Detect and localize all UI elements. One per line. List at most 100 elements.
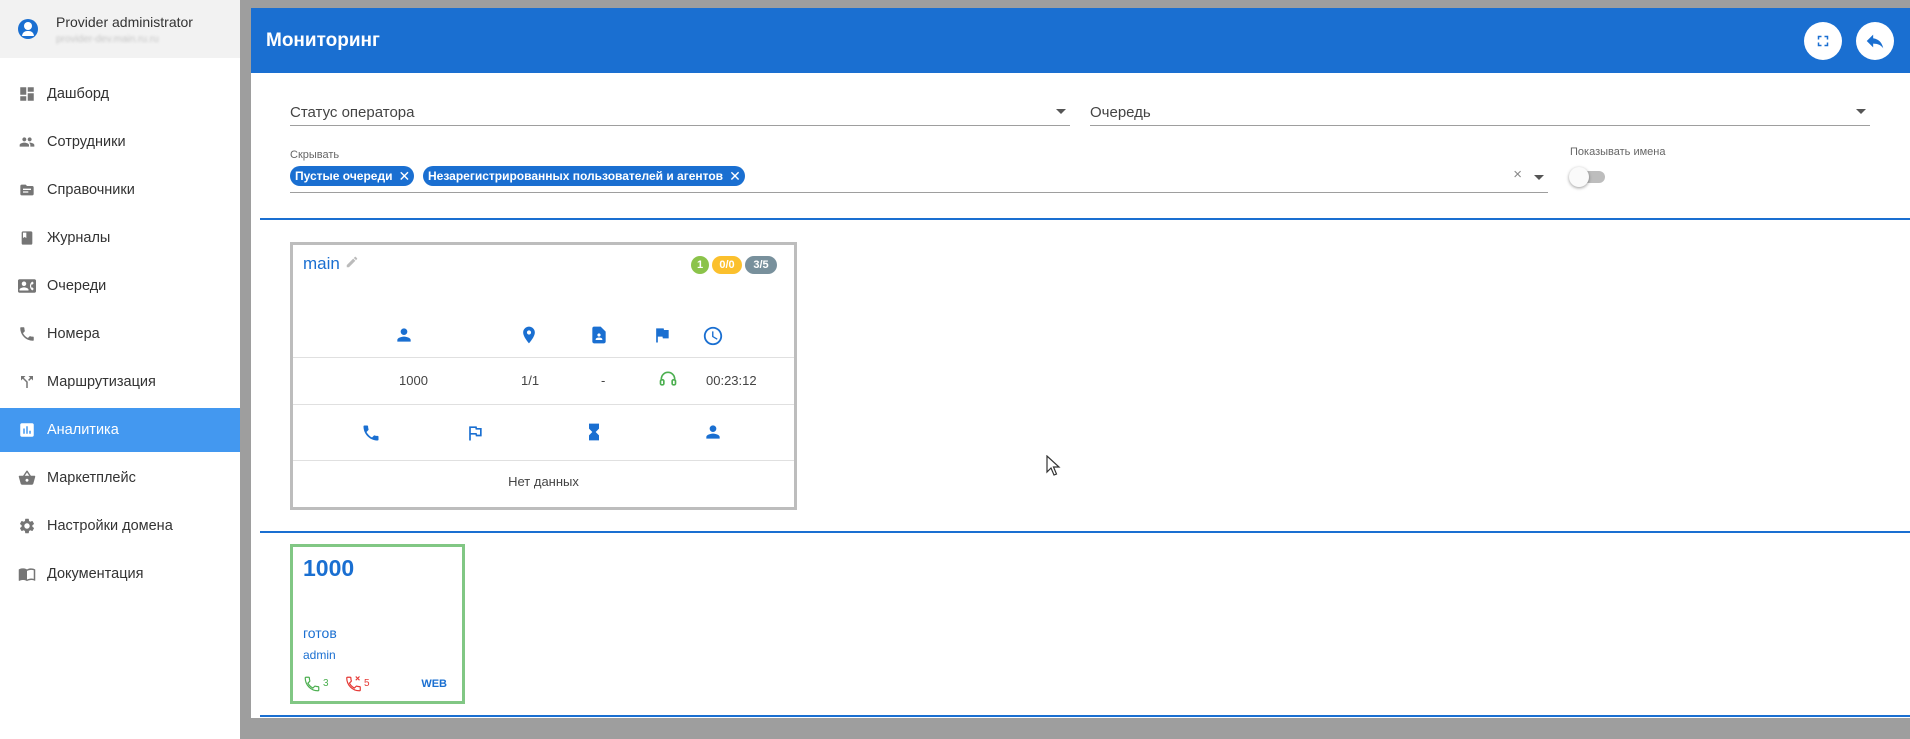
close-icon[interactable]: ✕	[729, 168, 741, 185]
sidebar-item-documentation[interactable]: Документация	[0, 552, 240, 596]
sidebar-item-label: Аналитика	[47, 422, 119, 438]
monitoring-panel: Мониторинг Статус оператора Очередь Скры…	[251, 8, 1910, 718]
dropdown-caret-icon	[1056, 109, 1066, 114]
user-subtitle: provider-dev.main.ru.ru	[56, 33, 159, 45]
contact-card-icon	[589, 325, 609, 345]
person-icon	[394, 325, 414, 345]
section-divider	[260, 715, 1910, 717]
chip-label: Незарегистрированных пользователей и аге…	[428, 169, 724, 183]
fullscreen-button[interactable]	[1804, 22, 1842, 60]
basket-icon	[16, 468, 38, 488]
chip-unregistered[interactable]: Незарегистрированных пользователей и аге…	[423, 166, 745, 186]
show-names-label: Показывать имена	[1570, 146, 1666, 158]
queue-stats-row	[293, 405, 794, 461]
agent-user: admin	[303, 648, 336, 662]
badge-members: 3/5	[745, 256, 777, 274]
dropdown-caret-icon	[1856, 109, 1866, 114]
gear-icon	[16, 516, 38, 536]
page-title: Мониторинг	[266, 29, 380, 51]
missed-count: 5	[364, 678, 370, 689]
person-icon	[703, 422, 723, 442]
user-block[interactable]: Provider administrator provider-dev.main…	[0, 0, 240, 58]
people-icon	[16, 132, 38, 152]
hourglass-icon	[584, 421, 604, 443]
agent-card[interactable]: 1000 готов admin 3 5 WEB	[290, 544, 465, 704]
toggle-knob	[1569, 167, 1589, 187]
sidebar-item-dashboard[interactable]: Дашборд	[0, 72, 240, 116]
folder-icon	[16, 180, 38, 200]
section-divider	[260, 531, 1910, 533]
sidebar-item-label: Сотрудники	[47, 134, 126, 150]
sidebar-item-label: Дашборд	[47, 86, 110, 102]
section-divider	[260, 218, 1910, 220]
agent-number: 1000	[303, 555, 355, 581]
position-cell: 1/1	[521, 373, 540, 388]
answered-count: 3	[323, 678, 329, 689]
sidebar-item-label: Журналы	[47, 230, 111, 246]
clear-icon[interactable]: ×	[1513, 166, 1522, 183]
sidebar: Provider administrator provider-dev.main…	[0, 0, 240, 739]
agent-cell: 1000	[399, 373, 428, 388]
time-cell: 00:23:12	[706, 373, 757, 388]
sidebar-item-label: Номера	[47, 326, 100, 342]
back-button[interactable]	[1856, 22, 1894, 60]
agent-status: готов	[303, 625, 337, 641]
state-cell: -	[601, 373, 606, 388]
sidebar-item-label: Справочники	[47, 182, 135, 198]
phone-missed-icon	[344, 675, 363, 696]
mouse-cursor-icon	[1046, 454, 1062, 482]
sidebar-item-routing[interactable]: Маршрутизация	[0, 360, 240, 404]
fullscreen-icon	[1814, 32, 1832, 50]
badge-calls: 0/0	[712, 256, 742, 274]
show-names-toggle[interactable]	[1569, 167, 1605, 187]
sidebar-item-queues[interactable]: Очереди	[0, 264, 240, 308]
book-icon	[16, 228, 38, 248]
sidebar-nav: Дашборд Сотрудники Справочники Журналы О…	[0, 72, 240, 596]
sidebar-item-marketplace[interactable]: Маркетплейс	[0, 456, 240, 500]
routing-icon	[16, 372, 38, 392]
panel-header: Мониторинг	[251, 8, 1910, 73]
phone-answered-icon	[303, 675, 321, 696]
sidebar-item-label: Маршрутизация	[47, 374, 156, 390]
close-icon[interactable]: ✕	[398, 168, 410, 185]
docs-icon	[16, 564, 38, 584]
queue-columns-header	[293, 317, 794, 357]
phone-icon	[16, 324, 38, 344]
hide-multiselect[interactable]: Пустые очереди ✕ Незарегистрированных по…	[290, 165, 1548, 193]
phone-icon	[361, 423, 381, 443]
badge-agents: 1	[691, 256, 709, 274]
location-pin-icon	[519, 325, 539, 345]
chip-label: Пустые очереди	[295, 169, 393, 183]
sidebar-item-label: Настройки домена	[47, 518, 173, 534]
dashboard-icon	[16, 84, 38, 104]
user-name: Provider administrator	[56, 13, 193, 30]
sidebar-item-label: Очереди	[47, 278, 107, 294]
pencil-icon[interactable]	[345, 255, 359, 272]
queue-select[interactable]: Очередь	[1090, 98, 1870, 126]
channel-tag: WEB	[421, 678, 447, 690]
flag-icon	[652, 325, 672, 345]
headset-icon	[658, 369, 678, 392]
sidebar-item-employees[interactable]: Сотрудники	[0, 120, 240, 164]
queue-card[interactable]: main 1 0/0 3/5 1000 1/1 - 00:23:12 Нет д…	[290, 242, 797, 510]
sidebar-item-domain-settings[interactable]: Настройки домена	[0, 504, 240, 548]
table-row[interactable]: 1000 1/1 - 00:23:12	[293, 357, 794, 405]
sidebar-item-analytics[interactable]: Аналитика	[0, 408, 240, 452]
flag-outline-icon	[465, 423, 485, 443]
analytics-icon	[16, 420, 38, 440]
queue-label: Очередь	[1090, 104, 1151, 121]
reply-icon	[1864, 30, 1886, 52]
sidebar-item-label: Маркетплейс	[47, 470, 136, 486]
sidebar-item-numbers[interactable]: Номера	[0, 312, 240, 356]
chip-empty-queues[interactable]: Пустые очереди ✕	[290, 166, 415, 186]
operator-status-select[interactable]: Статус оператора	[290, 98, 1070, 126]
empty-state-text: Нет данных	[508, 474, 579, 489]
sidebar-item-journals[interactable]: Журналы	[0, 216, 240, 260]
sidebar-item-directories[interactable]: Справочники	[0, 168, 240, 212]
hide-label: Скрывать	[290, 149, 340, 161]
dropdown-caret-icon[interactable]	[1534, 175, 1544, 180]
contacts-icon	[16, 276, 38, 296]
clock-icon	[702, 325, 724, 347]
agent-footer: 3 5 WEB	[303, 675, 453, 693]
sidebar-item-label: Документация	[47, 566, 144, 582]
